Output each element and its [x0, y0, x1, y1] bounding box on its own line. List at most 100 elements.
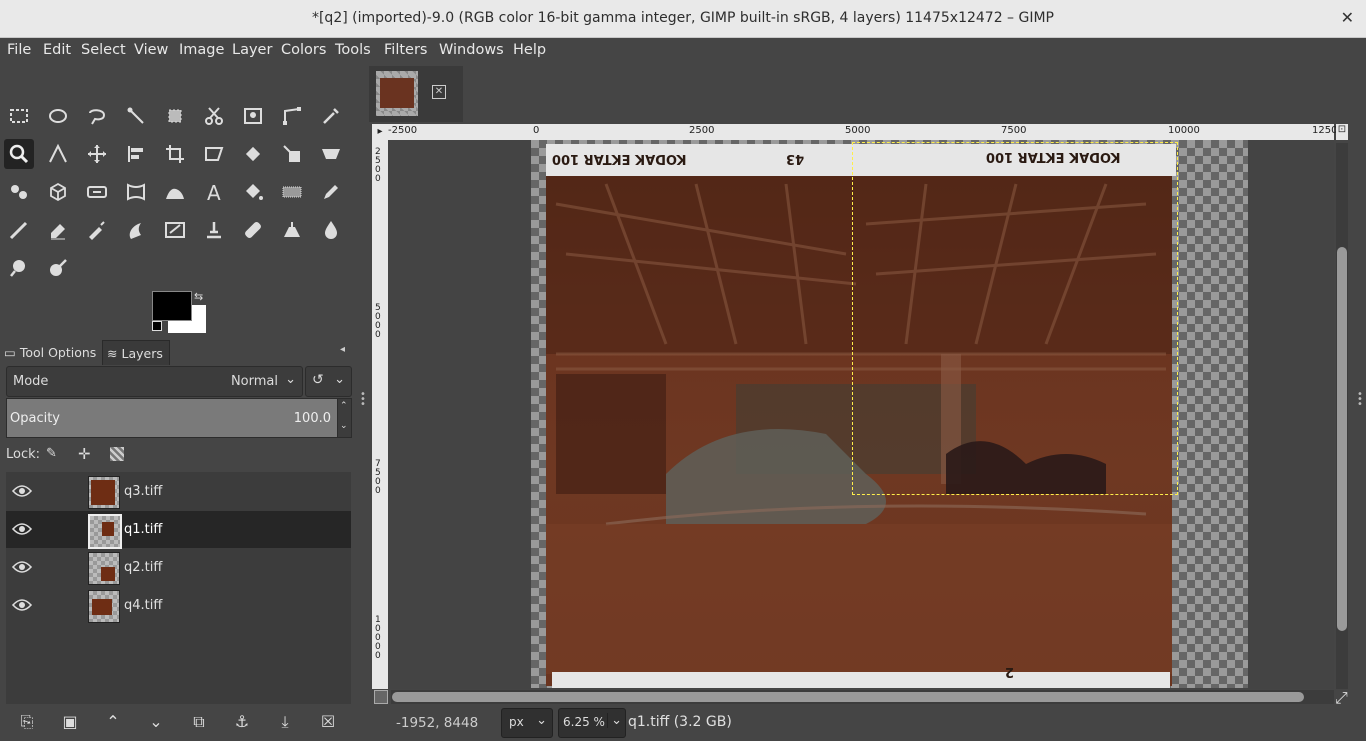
perspective-icon[interactable]: [316, 139, 346, 169]
bucket-fill-icon[interactable]: [238, 177, 268, 207]
quick-mask-toggle[interactable]: [374, 690, 388, 704]
ruler-corner-icon[interactable]: ▸: [372, 124, 388, 140]
layer-row[interactable]: q4.tiff: [6, 587, 351, 624]
scale-icon[interactable]: [277, 139, 307, 169]
paintbrush-icon[interactable]: [4, 215, 34, 245]
dock-menu-icon[interactable]: ◂: [340, 344, 345, 355]
anchor-layer-icon[interactable]: ⚓: [231, 712, 253, 734]
horizontal-scrollbar[interactable]: [391, 690, 1334, 704]
duplicate-layer-icon[interactable]: ⧉: [188, 712, 210, 734]
right-dock-resize-handle[interactable]: • • •: [1357, 390, 1363, 410]
free-select-icon[interactable]: [82, 101, 112, 131]
rect-select-icon[interactable]: [4, 101, 34, 131]
zoom-select[interactable]: 6.25 % ⌄: [558, 708, 626, 738]
perspective-clone-icon[interactable]: [277, 215, 307, 245]
crop-icon[interactable]: [160, 139, 190, 169]
close-image-icon[interactable]: ✕: [432, 85, 446, 99]
eraser-icon[interactable]: [43, 215, 73, 245]
handle-transform-icon[interactable]: [82, 177, 112, 207]
horizontal-scroll-thumb[interactable]: [392, 692, 1304, 702]
mode-reset-select[interactable]: ↺ ⌄: [305, 366, 352, 397]
merge-down-icon[interactable]: ⤓: [274, 712, 296, 734]
heal-icon[interactable]: [238, 215, 268, 245]
vertical-scrollbar[interactable]: [1336, 143, 1348, 689]
default-colors-icon[interactable]: [152, 321, 162, 331]
eye-icon[interactable]: [12, 597, 32, 613]
delete-layer-icon[interactable]: ☒: [317, 712, 339, 734]
dock-resize-handle[interactable]: • • •: [360, 390, 366, 410]
smudge-icon[interactable]: [160, 177, 190, 207]
menu-layer[interactable]: Layer: [232, 42, 272, 58]
cage-transform-icon[interactable]: [4, 177, 34, 207]
foreground-color-swatch[interactable]: [152, 291, 192, 321]
opacity-slider[interactable]: Opacity 100.0: [6, 398, 338, 438]
clone-icon[interactable]: [199, 215, 229, 245]
menu-file[interactable]: File: [7, 42, 31, 58]
mypaint-brush-icon[interactable]: [160, 215, 190, 245]
eye-icon[interactable]: [12, 521, 32, 537]
eye-icon[interactable]: [12, 483, 32, 499]
layer-name[interactable]: q2.tiff: [124, 560, 162, 575]
blur-icon[interactable]: [316, 215, 346, 245]
layer-row[interactable]: q2.tiff: [6, 549, 351, 586]
menu-tools[interactable]: Tools: [335, 42, 371, 58]
layer-row[interactable]: q3.tiff: [6, 473, 351, 510]
zoom-icon[interactable]: [4, 139, 34, 169]
navigate-icon[interactable]: ⤢: [1335, 688, 1348, 708]
dodge-burn-icon[interactable]: [43, 253, 73, 283]
menu-colors[interactable]: Colors: [281, 42, 326, 58]
layer-row-selected[interactable]: q1.tiff: [6, 511, 351, 549]
menu-filters[interactable]: Filters: [384, 42, 427, 58]
new-layer-icon[interactable]: ⎘: [16, 712, 38, 734]
zoom-fit-icon[interactable]: ⊡: [1336, 124, 1348, 140]
lock-position-icon[interactable]: ✛: [78, 445, 91, 463]
unified-transform-icon[interactable]: [199, 139, 229, 169]
foreground-select-icon[interactable]: [238, 101, 268, 131]
image-tab[interactable]: ✕: [369, 66, 463, 122]
smudge-tool-icon[interactable]: [4, 253, 34, 283]
unit-select[interactable]: px ⌄: [501, 708, 553, 738]
swap-colors-icon[interactable]: ⇆: [194, 290, 203, 303]
ink-icon[interactable]: [121, 215, 151, 245]
pointer-coordinates: -1952, 8448: [396, 715, 479, 731]
menu-help[interactable]: Help: [513, 42, 546, 58]
measure-icon[interactable]: [43, 139, 73, 169]
lock-pixels-icon[interactable]: ✎: [46, 446, 57, 461]
menu-image[interactable]: Image: [179, 42, 224, 58]
gradient-icon[interactable]: [277, 177, 307, 207]
menu-windows[interactable]: Windows: [439, 42, 504, 58]
layer-name[interactable]: q3.tiff: [124, 484, 162, 499]
new-layer-group-icon[interactable]: ▣: [59, 712, 81, 734]
close-window-button[interactable]: ✕: [1341, 8, 1354, 27]
3d-transform-icon[interactable]: [43, 177, 73, 207]
align-icon[interactable]: [121, 139, 151, 169]
menu-view[interactable]: View: [134, 42, 168, 58]
spin-down-icon[interactable]: ⌄: [340, 421, 348, 431]
pencil-icon[interactable]: [316, 177, 346, 207]
tab-tool-options[interactable]: ▭ Tool Options: [4, 340, 96, 364]
menu-select[interactable]: Select: [81, 42, 126, 58]
color-picker-icon[interactable]: [316, 101, 346, 131]
raise-layer-icon[interactable]: ⌃: [102, 712, 124, 734]
select-by-color-icon[interactable]: [160, 101, 190, 131]
ellipse-select-icon[interactable]: [43, 101, 73, 131]
fuzzy-select-icon[interactable]: [121, 101, 151, 131]
warp-transform-icon[interactable]: [121, 177, 151, 207]
opacity-spin-buttons[interactable]: ⌃ ⌄: [337, 398, 352, 438]
mode-select[interactable]: Mode Normal ⌄: [6, 366, 303, 397]
lower-layer-icon[interactable]: ⌄: [145, 712, 167, 734]
spin-up-icon[interactable]: ⌃: [340, 401, 348, 411]
rotate-icon[interactable]: [238, 139, 268, 169]
airbrush-icon[interactable]: [82, 215, 112, 245]
menu-edit[interactable]: Edit: [43, 42, 71, 58]
eye-icon[interactable]: [12, 559, 32, 575]
layer-name[interactable]: q1.tiff: [124, 522, 162, 537]
vertical-scroll-thumb[interactable]: [1337, 247, 1347, 631]
tab-layers[interactable]: ≋ Layers: [102, 340, 170, 365]
lock-alpha-icon[interactable]: [110, 447, 124, 461]
text-icon[interactable]: A: [199, 177, 229, 207]
paths-icon[interactable]: [277, 101, 307, 131]
move-icon[interactable]: [82, 139, 112, 169]
layer-name[interactable]: q4.tiff: [124, 598, 162, 613]
scissors-icon[interactable]: [199, 101, 229, 131]
